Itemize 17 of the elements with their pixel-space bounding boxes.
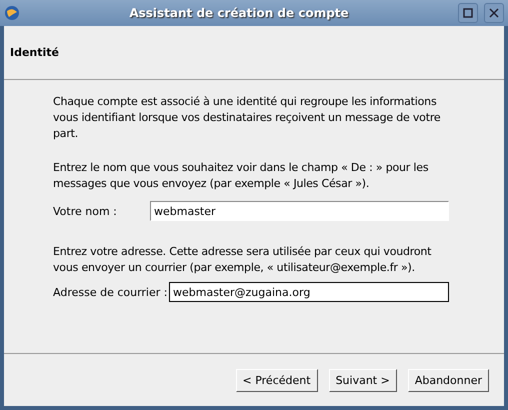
page-heading: Identité [10, 46, 60, 59]
instruction-text: Entrez le nom que vous souhaitez voir dans le champ « De : » pour les messages que vous envoyez (par exemple « Jules César »). [53, 160, 430, 192]
close-icon [489, 8, 499, 18]
close-button[interactable] [484, 3, 504, 23]
next-button[interactable]: Suivant > [328, 368, 397, 392]
cancel-button[interactable]: Abandonner [408, 368, 489, 392]
name-field[interactable]: webmaster [150, 201, 449, 221]
maximize-icon [463, 8, 473, 18]
maximize-button[interactable] [458, 3, 478, 23]
window-title: Assistant de création de compte [128, 6, 350, 20]
instruction-text: Chaque compte est associé à une identité qui regroupe les informations vous identifiant lorsque vos destinataires reçoivent un message de votre part. [53, 94, 442, 142]
back-button[interactable]: < Précédent [236, 368, 318, 392]
field-label: Votre nom : [53, 204, 118, 218]
instruction-text: Entrez votre adresse. Cette adresse sera utilisée par ceux qui voudront vous envoyer un courrier (par exemple, « utilisateur@exemple.fr »). [53, 244, 432, 276]
app-icon [4, 5, 20, 21]
field-label: Adresse de courrier : [53, 286, 168, 298]
email-field[interactable]: webmaster@zugaina.org [169, 282, 449, 302]
